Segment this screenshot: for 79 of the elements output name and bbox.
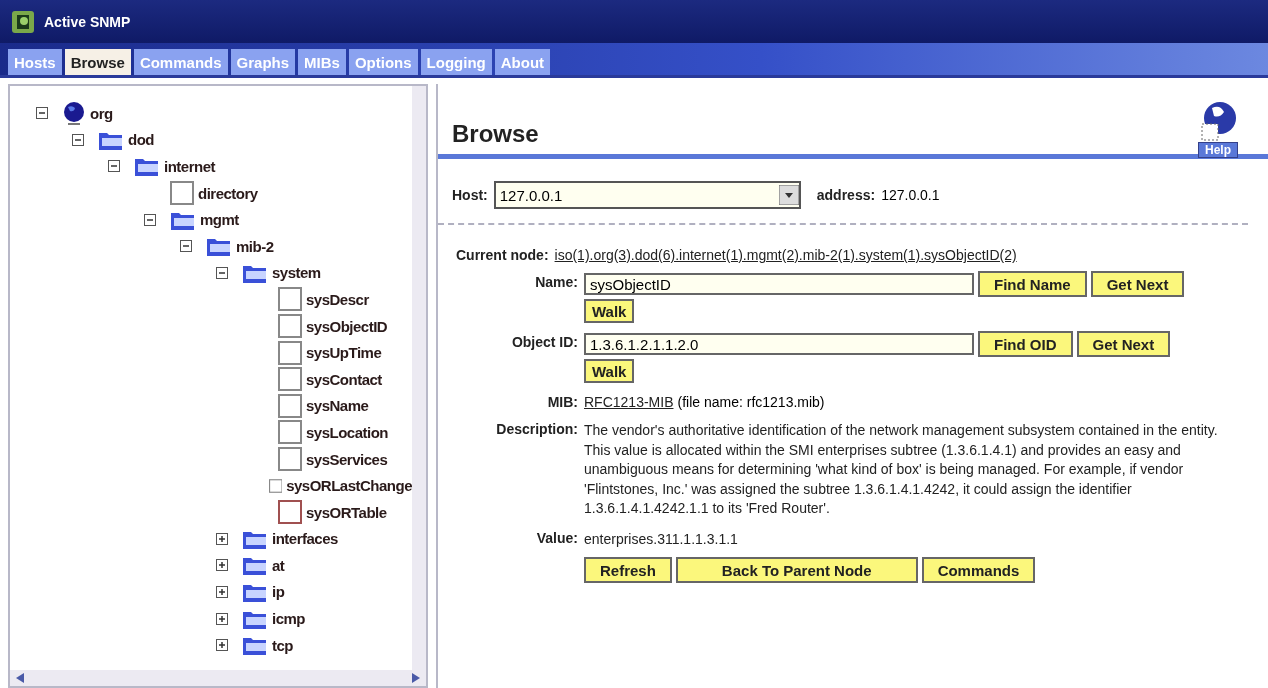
right-arrow-icon[interactable]	[412, 673, 420, 683]
description-text: The vendor's authoritative identification of the network management subsystem contained in the entity. This value is allocated within the SMI enterprises subtree (1.3.6.1.4.1) and provides an easy and unambiguous means for determining 'what kind of box' is being managed. For example, if vendor 'Flintstones, Inc.' was assigned the subtree 1.3.6.1.4.1.4242, it could assign the identifier 1.3.6.1.4.1.4242.1.1 to its 'Fred Router'.	[584, 421, 1219, 518]
document-icon	[278, 367, 302, 392]
action-button[interactable]: Commands	[921, 557, 1036, 583]
collapse-icon[interactable]	[180, 240, 192, 253]
tree-item[interactable]: sysUpTime	[306, 344, 382, 362]
tree-item[interactable]: ip	[272, 583, 285, 601]
tree-item[interactable]: interfaces	[272, 530, 338, 548]
mib-link[interactable]: RFC1213-MIB	[584, 394, 674, 410]
dropdown-arrow-icon[interactable]	[778, 185, 799, 205]
tree-item[interactable]: directory	[198, 184, 258, 202]
expand-icon[interactable]	[216, 612, 228, 625]
walk-button[interactable]: Walk	[584, 299, 635, 323]
tree-item[interactable]: at	[272, 556, 285, 574]
tree-item[interactable]: sysORLastChange	[286, 477, 412, 495]
tree-item[interactable]: internet	[164, 158, 215, 175]
document-icon	[278, 393, 302, 418]
tree-item[interactable]: sysName	[306, 397, 369, 415]
document-icon	[278, 420, 302, 445]
action-button[interactable]: Find OID	[978, 331, 1073, 357]
file-name-text: (file name: rfc1213.mib)	[677, 394, 825, 410]
help-globe-icon	[1198, 100, 1238, 144]
horizontal-scrollbar[interactable]	[10, 670, 426, 686]
field-label: Host:	[452, 187, 488, 203]
tree-item[interactable]: mgmt	[200, 211, 239, 229]
walk-button[interactable]: Walk	[584, 359, 635, 383]
tree-item[interactable]: tcp	[272, 636, 293, 654]
document-icon	[278, 447, 302, 471]
app-icon	[12, 10, 34, 33]
document-icon	[278, 314, 302, 339]
tree-item[interactable]: sysContact	[306, 370, 382, 388]
tree-item[interactable]: dod	[128, 131, 154, 149]
left-arrow-icon[interactable]	[16, 673, 24, 683]
expand-icon[interactable]	[216, 532, 228, 545]
help-button[interactable]: Help	[1198, 142, 1238, 158]
action-button[interactable]: Get Next	[1076, 331, 1171, 357]
value-text: enterprises.311.1.1.3.1.1	[584, 529, 739, 549]
document-icon	[278, 340, 302, 365]
address-value: 127.0.0.1	[881, 187, 940, 203]
tree-item[interactable]: sysLocation	[306, 423, 389, 441]
collapse-icon[interactable]	[216, 266, 228, 279]
node-path-link[interactable]: iso(1).org(3).dod(6).internet(1).mgmt(2).mib-2(1).system(1).sysObjectID(2)	[554, 247, 1017, 263]
collapse-icon[interactable]	[108, 160, 120, 173]
field-label: Description:	[495, 420, 578, 437]
field-label: address:	[816, 187, 876, 203]
collapse-icon[interactable]	[144, 213, 156, 226]
tree-item[interactable]: sysDescr	[306, 290, 369, 308]
document-icon	[278, 287, 302, 312]
tree-item[interactable]: system	[272, 264, 321, 282]
field-label: Name:	[534, 273, 578, 290]
tab[interactable]: Browse	[64, 49, 131, 75]
action-button[interactable]: Back To Parent Node	[675, 557, 918, 583]
expand-icon[interactable]	[216, 559, 228, 572]
document-icon	[170, 181, 194, 206]
collapse-icon[interactable]	[36, 107, 48, 120]
globe-icon	[62, 101, 86, 126]
tree-item[interactable]: mib-2	[236, 237, 274, 255]
expand-icon[interactable]	[216, 639, 228, 652]
action-button[interactable]: Refresh	[584, 557, 672, 583]
field-label: Value:	[535, 528, 578, 546]
tree-item[interactable]: sysORTable	[306, 503, 387, 521]
action-button[interactable]: Get Next	[1090, 271, 1185, 297]
host-dropdown[interactable]: 127.0.0.1	[493, 181, 801, 209]
action-button[interactable]: Find Name	[978, 271, 1087, 297]
field-label: Current node:	[456, 247, 549, 263]
expand-icon[interactable]	[216, 586, 228, 598]
window-title: Active SNMP	[44, 13, 131, 30]
collapse-icon[interactable]	[72, 133, 84, 146]
vertical-scrollbar[interactable]	[412, 86, 426, 670]
document-icon	[278, 500, 302, 525]
name-field[interactable]: sysObjectID	[584, 273, 974, 295]
tree-item[interactable]: sysObjectID	[306, 317, 388, 335]
field-label: Object ID:	[510, 333, 578, 350]
page-heading: Browse	[452, 120, 539, 148]
object-id-field[interactable]: 1.3.6.1.2.1.1.2.0	[584, 333, 974, 355]
tree-item[interactable]: sysServices	[306, 450, 388, 468]
tree-item[interactable]: org	[90, 104, 113, 122]
tree-item[interactable]: icmp	[272, 610, 305, 628]
field-label: MIB:	[546, 393, 578, 410]
